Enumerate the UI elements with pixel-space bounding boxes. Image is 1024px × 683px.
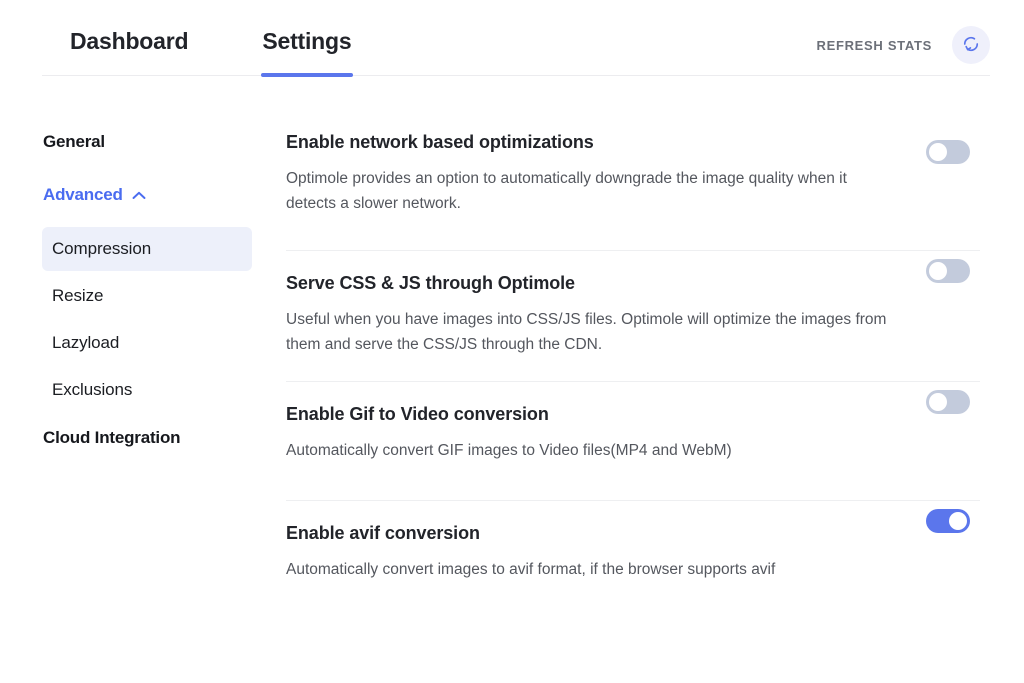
tab-bar: Dashboard Settings [70, 28, 354, 77]
toggle-knob [929, 262, 947, 280]
refresh-stats-button[interactable] [952, 26, 990, 64]
sidebar-sublist: Compression Resize Lazyload Exclusions [42, 227, 252, 412]
setting-description: Useful when you have images into CSS/JS … [286, 311, 887, 354]
tab-settings-label: Settings [262, 28, 352, 54]
setting-title: Enable avif conversion [286, 523, 480, 544]
setting-row: Enable avif conversion Automatically con… [286, 500, 980, 619]
refresh-stats-label[interactable]: REFRESH STATS [816, 38, 932, 53]
setting-title: Enable network based optimizations [286, 132, 594, 152]
setting-row: Enable Gif to Video conversion Automatic… [286, 381, 980, 500]
setting-title: Enable Gif to Video conversion [286, 404, 549, 425]
toggle-knob [929, 393, 947, 412]
sidebar-item-resize[interactable]: Resize [42, 274, 252, 318]
tab-settings[interactable]: Settings [261, 28, 354, 77]
refresh-icon [961, 34, 981, 57]
sidebar-item-cloud-integration[interactable]: Cloud Integration [42, 428, 252, 448]
setting-description: Automatically convert GIF images to Vide… [286, 442, 732, 460]
toggle-knob [949, 512, 967, 531]
settings-page: Dashboard Settings REFRESH STATS General… [0, 0, 1024, 683]
setting-toggle[interactable] [926, 259, 970, 283]
sidebar-item-advanced-label: Advanced [43, 185, 123, 204]
setting-description: Optimole provides an option to automatic… [286, 170, 847, 213]
setting-toggle[interactable] [926, 390, 970, 415]
tab-dashboard-label: Dashboard [70, 28, 189, 54]
page-header: Dashboard Settings REFRESH STATS [42, 0, 990, 77]
sidebar-item-lazyload[interactable]: Lazyload [42, 321, 252, 365]
refresh-stats-group: REFRESH STATS [816, 26, 990, 64]
settings-list: Enable network based optimizations Optim… [286, 132, 980, 619]
sidebar-item-general[interactable]: General [42, 132, 252, 152]
chevron-up-icon [132, 191, 146, 200]
setting-title: Serve CSS & JS through Optimole [286, 273, 575, 293]
tab-underline [261, 73, 354, 77]
toggle-knob [929, 143, 947, 161]
setting-toggle[interactable] [926, 140, 970, 164]
setting-row: Enable network based optimizations Optim… [286, 132, 980, 250]
setting-toggle[interactable] [926, 509, 970, 534]
sidebar-item-exclusions[interactable]: Exclusions [42, 368, 252, 412]
sidebar-item-advanced[interactable]: Advanced [42, 185, 252, 205]
setting-row: Serve CSS & JS through Optimole Useful w… [286, 250, 980, 381]
sidebar-item-compression[interactable]: Compression [42, 227, 252, 271]
tab-dashboard[interactable]: Dashboard [70, 28, 189, 77]
settings-sidebar: General Advanced Compression Resize Lazy… [42, 132, 252, 448]
setting-description: Automatically convert images to avif for… [286, 561, 776, 579]
